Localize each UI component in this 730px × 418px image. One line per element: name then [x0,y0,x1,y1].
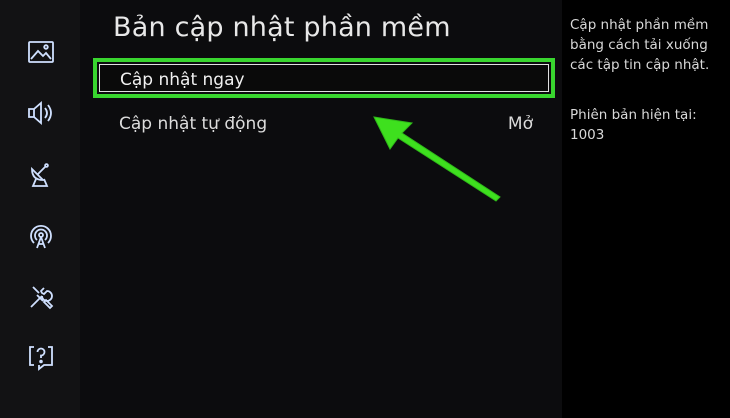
update-now-label: Cập nhật ngay [120,70,245,90]
sound-icon[interactable] [26,98,56,128]
system-icon[interactable] [26,282,56,312]
focus-ring: Cập nhật ngay [99,64,549,92]
settings-sidebar [0,0,80,418]
page-title: Bản cập nhật phần mềm [113,12,451,43]
version-value: 1003 [570,127,605,143]
support-icon[interactable] [26,342,56,372]
broadcast-icon[interactable] [26,160,56,190]
version-label: Phiên bản hiện tại: [570,107,697,123]
description-text: Cập nhật phần mềm bằng cách tải xuống cá… [570,17,710,73]
picture-icon[interactable] [26,37,56,67]
auto-update-value: Mở [507,114,533,134]
description-panel: Cập nhật phần mềm bằng cách tải xuống cá… [562,0,730,418]
main-panel: Bản cập nhật phần mềm Cập nhật ngay Cập … [80,0,562,418]
update-now-button[interactable]: Cập nhật ngay [93,58,555,98]
auto-update-label: Cập nhật tự động [119,114,268,134]
annotation-arrow-icon [373,116,501,202]
network-icon[interactable] [26,221,56,251]
tv-settings-screen: Bản cập nhật phần mềm Cập nhật ngay Cập … [0,0,730,418]
